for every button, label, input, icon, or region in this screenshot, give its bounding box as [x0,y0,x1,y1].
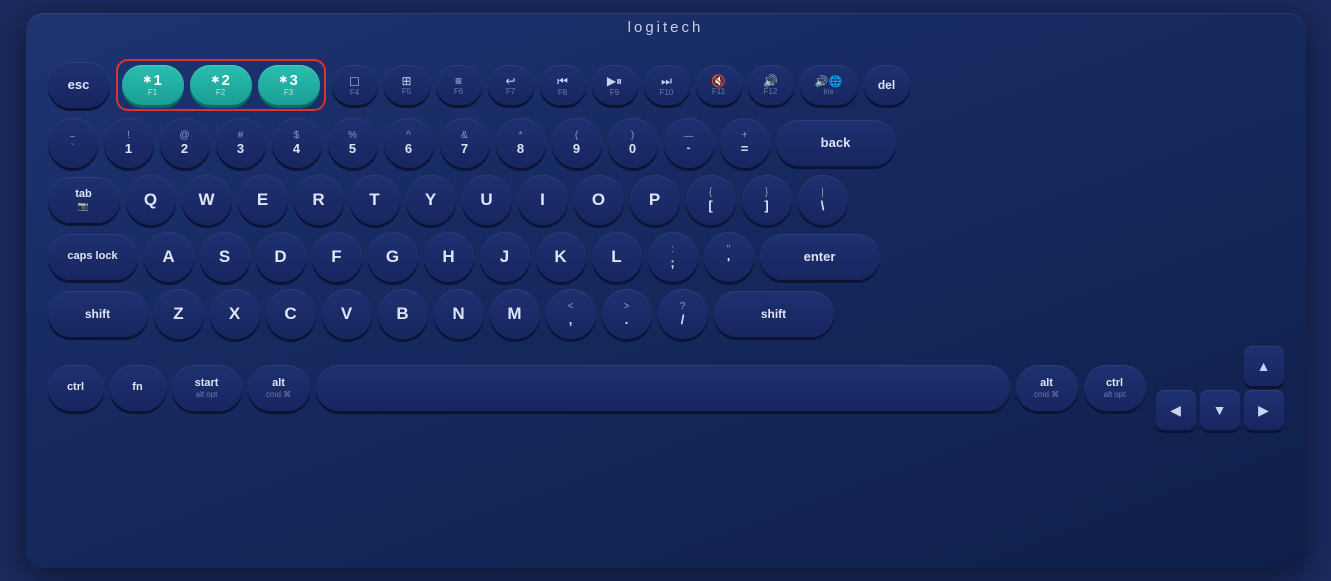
key-alt-right[interactable]: alt cmd ⌘ [1016,365,1078,411]
key-start[interactable]: start alt opt [172,365,242,411]
keyboard-rows: esc ✱ 1 F1 ✱ 2 F2 [48,59,1284,430]
key-f4[interactable]: □ F4 [332,65,378,105]
key-ctrl-right[interactable]: ctrl alt opt [1084,365,1146,411]
keyboard: logitech esc ✱ 1 F1 ✱ 2 [26,13,1306,568]
arrow-cluster: ▲ ◀ ▼ ▶ [1156,346,1284,430]
key-ctrl-left[interactable]: ctrl [48,365,104,411]
key-period[interactable]: > . [602,289,652,339]
key-f12[interactable]: 🔊 F12 [748,65,794,105]
key-backspace[interactable]: back [776,120,896,166]
key-s[interactable]: S [200,232,250,282]
key-c[interactable]: C [266,289,316,339]
key-alt-left[interactable]: alt cmd ⌘ [248,365,310,411]
key-slash[interactable]: ? / [658,289,708,339]
key-1[interactable]: ! 1 [104,118,154,168]
key-shift-right[interactable]: shift [714,291,834,337]
key-6[interactable]: ^ 6 [384,118,434,168]
bt-group: ✱ 1 F1 ✱ 2 F2 ✱ 3 F [116,59,326,111]
key-4[interactable]: $ 4 [272,118,322,168]
key-space[interactable] [316,365,1010,411]
key-fn[interactable]: fn [110,365,166,411]
key-comma[interactable]: < , [546,289,596,339]
key-ins[interactable]: 🔊🌐 ins [800,65,858,105]
key-f6[interactable]: ≡ F6 [436,65,482,105]
logitech-logo: logitech [628,19,704,36]
key-d[interactable]: D [256,232,306,282]
key-k[interactable]: K [536,232,586,282]
key-w[interactable]: W [182,175,232,225]
key-r[interactable]: R [294,175,344,225]
key-bt3[interactable]: ✱ 3 F3 [258,65,320,105]
key-0[interactable]: ) 0 [608,118,658,168]
key-t[interactable]: T [350,175,400,225]
key-f10[interactable]: ⏭ F10 [644,65,690,105]
key-tab[interactable]: tab 📷 [48,177,120,223]
key-m[interactable]: M [490,289,540,339]
key-f[interactable]: F [312,232,362,282]
key-backslash[interactable]: | \ [798,175,848,225]
key-9[interactable]: ( 9 [552,118,602,168]
key-y[interactable]: Y [406,175,456,225]
key-minus[interactable]: — - [664,118,714,168]
tab-row: tab 📷 Q W E R T Y U I O P { [ } ] | \ [48,175,1284,225]
key-shift-left[interactable]: shift [48,291,148,337]
key-capslock[interactable]: caps lock [48,234,138,280]
key-p[interactable]: P [630,175,680,225]
number-row: ~ ` ! 1 @ 2 # 3 $ 4 % 5 [48,118,1284,168]
key-i[interactable]: I [518,175,568,225]
fn-row: esc ✱ 1 F1 ✱ 2 F2 [48,59,1284,111]
key-5[interactable]: % 5 [328,118,378,168]
key-n[interactable]: N [434,289,484,339]
bottom-row: ctrl fn start alt opt alt cmd ⌘ alt cmd … [48,346,1284,430]
key-q[interactable]: Q [126,175,176,225]
key-v[interactable]: V [322,289,372,339]
caps-row: caps lock A S D F G H J K L : ; " ' ente… [48,232,1284,282]
key-arrow-left[interactable]: ◀ [1156,390,1196,430]
key-enter[interactable]: enter [760,234,880,280]
key-esc[interactable]: esc [48,62,110,108]
key-j[interactable]: J [480,232,530,282]
key-quote[interactable]: " ' [704,232,754,282]
key-rbracket[interactable]: } ] [742,175,792,225]
key-del[interactable]: del [864,65,910,105]
key-bt1[interactable]: ✱ 1 F1 [122,65,184,105]
key-bt2[interactable]: ✱ 2 F2 [190,65,252,105]
key-u[interactable]: U [462,175,512,225]
key-f5[interactable]: ⊞ F5 [384,65,430,105]
key-e[interactable]: E [238,175,288,225]
key-8[interactable]: * 8 [496,118,546,168]
key-2[interactable]: @ 2 [160,118,210,168]
key-lbracket[interactable]: { [ [686,175,736,225]
key-g[interactable]: G [368,232,418,282]
shift-row: shift Z X C V B N M < , > . ? / shift [48,289,1284,339]
key-z[interactable]: Z [154,289,204,339]
key-x[interactable]: X [210,289,260,339]
key-3[interactable]: # 3 [216,118,266,168]
key-tilde[interactable]: ~ ` [48,118,98,168]
key-f7[interactable]: ↩ F7 [488,65,534,105]
key-f11[interactable]: 🔇 F11 [696,65,742,105]
key-f9[interactable]: ▶⏸ F9 [592,65,638,105]
key-o[interactable]: O [574,175,624,225]
key-h[interactable]: H [424,232,474,282]
key-a[interactable]: A [144,232,194,282]
key-equals[interactable]: + = [720,118,770,168]
key-arrow-up[interactable]: ▲ [1244,346,1284,386]
key-7[interactable]: & 7 [440,118,490,168]
key-arrow-down[interactable]: ▼ [1200,390,1240,430]
key-l[interactable]: L [592,232,642,282]
key-semicolon[interactable]: : ; [648,232,698,282]
key-b[interactable]: B [378,289,428,339]
key-arrow-right[interactable]: ▶ [1244,390,1284,430]
key-f8[interactable]: ⏮ F8 [540,65,586,105]
